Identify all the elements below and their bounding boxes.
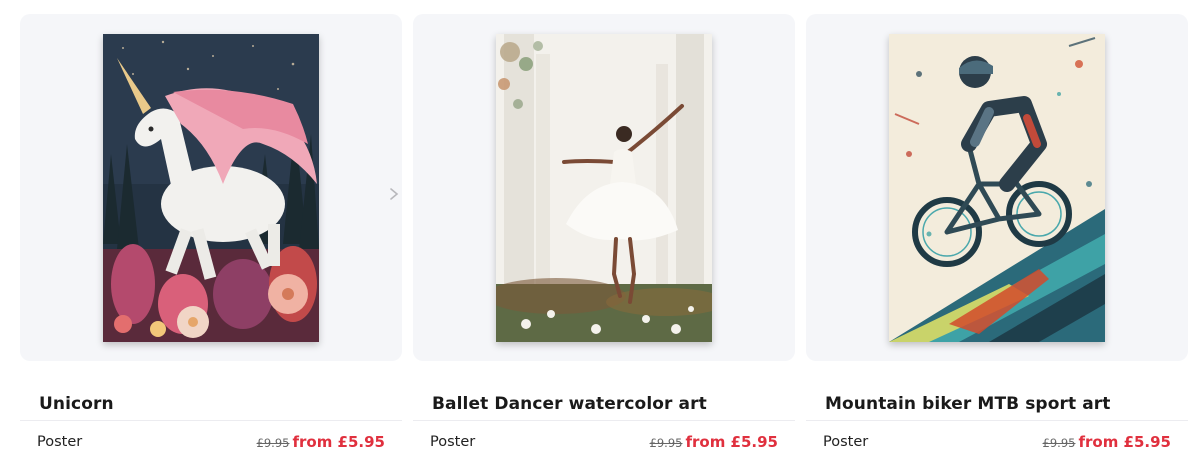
- product-image-container[interactable]: [413, 14, 795, 361]
- product-format: Poster: [37, 434, 83, 450]
- product-card[interactable]: Ballet Dancer watercolor art Poster £9.9…: [413, 0, 795, 462]
- sale-price: from £5.95: [292, 433, 385, 451]
- sale-price: from £5.95: [1078, 433, 1171, 451]
- original-price: £9.95: [649, 436, 683, 450]
- product-title[interactable]: Unicorn: [39, 394, 399, 414]
- sale-price: from £5.95: [685, 433, 778, 451]
- divider: [806, 420, 1188, 421]
- product-title[interactable]: Mountain biker MTB sport art: [825, 394, 1185, 414]
- chevron-right-icon[interactable]: [387, 187, 401, 201]
- product-image-ballet-dancer[interactable]: [496, 34, 712, 342]
- product-format: Poster: [823, 434, 869, 450]
- price-row: £9.95 from £5.95: [257, 433, 385, 451]
- original-price: £9.95: [256, 436, 290, 450]
- product-image-container[interactable]: [806, 14, 1188, 361]
- price-row: £9.95 from £5.95: [650, 433, 778, 451]
- divider: [413, 420, 795, 421]
- price-row: £9.95 from £5.95: [1043, 433, 1171, 451]
- original-price: £9.95: [1042, 436, 1076, 450]
- product-card[interactable]: Unicorn Poster £9.95 from £5.95: [20, 0, 402, 462]
- product-title[interactable]: Ballet Dancer watercolor art: [432, 394, 792, 414]
- divider: [20, 420, 402, 421]
- product-format: Poster: [430, 434, 476, 450]
- product-image-mountain-biker[interactable]: [889, 34, 1105, 342]
- product-image-unicorn[interactable]: [103, 34, 319, 342]
- product-card[interactable]: Mountain biker MTB sport art Poster £9.9…: [806, 0, 1188, 462]
- product-image-container[interactable]: [20, 14, 402, 361]
